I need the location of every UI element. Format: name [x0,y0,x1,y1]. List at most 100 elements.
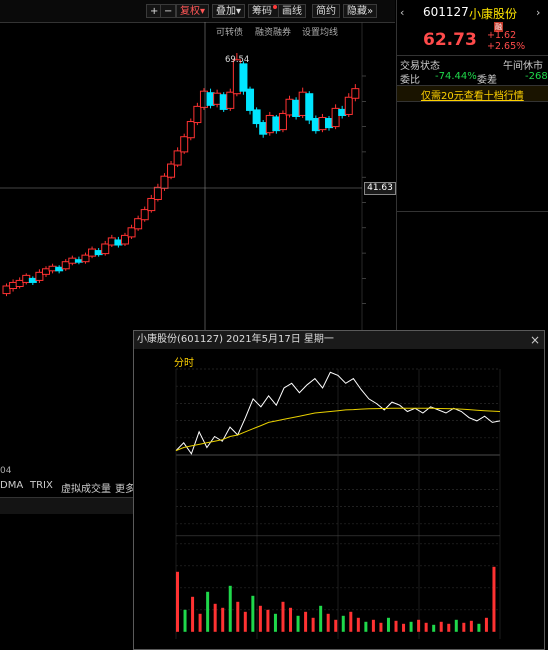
intraday-volume-bar [296,615,300,632]
divider [397,55,548,56]
fuquan-button[interactable]: 复权▾ [176,4,210,18]
candle-down [311,118,320,132]
status-label: 交易状态 [400,61,440,72]
intraday-volume-bar [319,605,323,632]
stats-row [399,253,547,266]
stats-row [399,279,547,292]
weicha-label: 委差 [477,75,497,86]
date-fragment: 04 [0,466,12,476]
intraday-volume-bar [379,622,383,632]
notify-dot-icon [273,5,277,9]
stock-name: 小康股份 [469,7,518,21]
diejia-label: 叠加 [216,6,236,17]
chart-toolbar: + − 复权▾ 叠加▾ 筹码 画线 简约 隐藏» [0,0,395,23]
candle-down [94,250,103,256]
candle-up [351,88,360,99]
stats-row [399,227,547,240]
divider [397,211,548,212]
stats-row [399,317,547,330]
candle-up [81,254,90,263]
intraday-volume-bar [409,621,413,632]
candle-up [107,237,116,246]
candle-up [298,91,307,116]
candle-up [265,114,274,134]
zoom-out-button[interactable]: − [160,4,177,18]
intraday-volume-bar [266,609,270,632]
fuquan-label: 复权 [180,6,200,17]
intraday-volume-bar [469,620,473,632]
intraday-volume-bar [454,619,458,632]
candle-up [226,91,235,109]
candle-down [239,63,248,92]
chouma-label: 筹码 [252,6,272,17]
candle-up [120,234,129,245]
candle-down [338,108,347,116]
candle-up [193,105,202,124]
intraday-volume-bar [273,613,277,632]
candle-up [153,186,162,200]
close-icon[interactable]: × [530,333,540,347]
intraday-popup: 小康股份(601127) 2021年5月17日 星期一 × 分时 [133,330,545,650]
current-price-tag: 41.63 [364,182,396,195]
kezhuanzhai-label[interactable]: 可转债 [216,25,243,38]
candle-down [206,92,215,106]
intraday-volume-bar [326,613,330,632]
zhibiao-setting-label[interactable]: 设置均线 [302,25,338,38]
chevron-down-icon: ▾ [236,6,242,17]
candle-down [114,239,123,246]
promo-banner[interactable]: 仅需20元查看十档行情 [397,85,548,102]
candle-up [278,112,287,131]
status-value: 午间休市 [503,61,543,72]
candle-up [213,92,222,105]
intraday-volume-bar [492,566,496,632]
candle-up [199,90,208,108]
price-change: +1.62 [487,30,517,41]
kline-candles [2,53,360,297]
intraday-volume-bar [334,619,338,632]
rongzi-label[interactable]: 融资融券 [255,25,291,38]
candle-up [285,98,294,116]
intraday-volume-bar [477,623,481,632]
intraday-volume-bar [371,619,375,632]
huaxian-button[interactable]: 画线 [278,4,306,18]
back-chevron-icon[interactable]: ‹ [400,6,404,19]
candle-up [140,209,149,221]
jianyue-button[interactable]: 简约 [312,4,340,18]
intraday-volume-bar [364,621,368,632]
order-book-row[interactable] [399,145,547,158]
intraday-volume-bar [213,603,217,632]
tab-trix[interactable]: TRIX [30,480,53,491]
popup-title: 小康股份(601127) 2021年5月17日 星期一 [134,331,544,349]
stats-row [399,304,547,317]
forward-chevron-icon[interactable]: › [536,6,540,19]
stats-row [399,266,547,279]
intraday-volume-bar [183,609,187,632]
intraday-volume-bar [394,620,398,632]
candle-up [344,96,353,115]
candle-up [186,121,195,139]
yincang-button[interactable]: 隐藏» [343,4,378,18]
candle-down [74,259,83,263]
candle-up [48,265,57,272]
candle-down [246,88,255,111]
candle-down [55,266,64,272]
candle-up [134,218,143,230]
tab-more[interactable]: 更多 [115,480,135,495]
candle-up [41,268,50,275]
chouma-button[interactable]: 筹码 [248,4,281,18]
candle-down [272,116,281,132]
candle-up [318,116,327,131]
intraday-volume-bar [447,623,451,632]
diejia-button[interactable]: 叠加▾ [212,4,246,18]
candle-down [219,94,228,110]
tab-dma[interactable]: DMA [0,480,23,491]
intraday-volume-bar [417,619,421,632]
tab-virtual-volume[interactable]: 虚拟成交量 [61,480,111,495]
intraday-volume-bar [191,596,195,632]
candle-down [325,118,334,129]
candle-down [28,277,37,283]
promo-text[interactable]: 仅需20元查看十档行情 [421,87,524,102]
intraday-volume-bar [462,622,466,632]
intraday-volume-bar [258,605,262,632]
intraday-volume-bar [311,617,315,632]
